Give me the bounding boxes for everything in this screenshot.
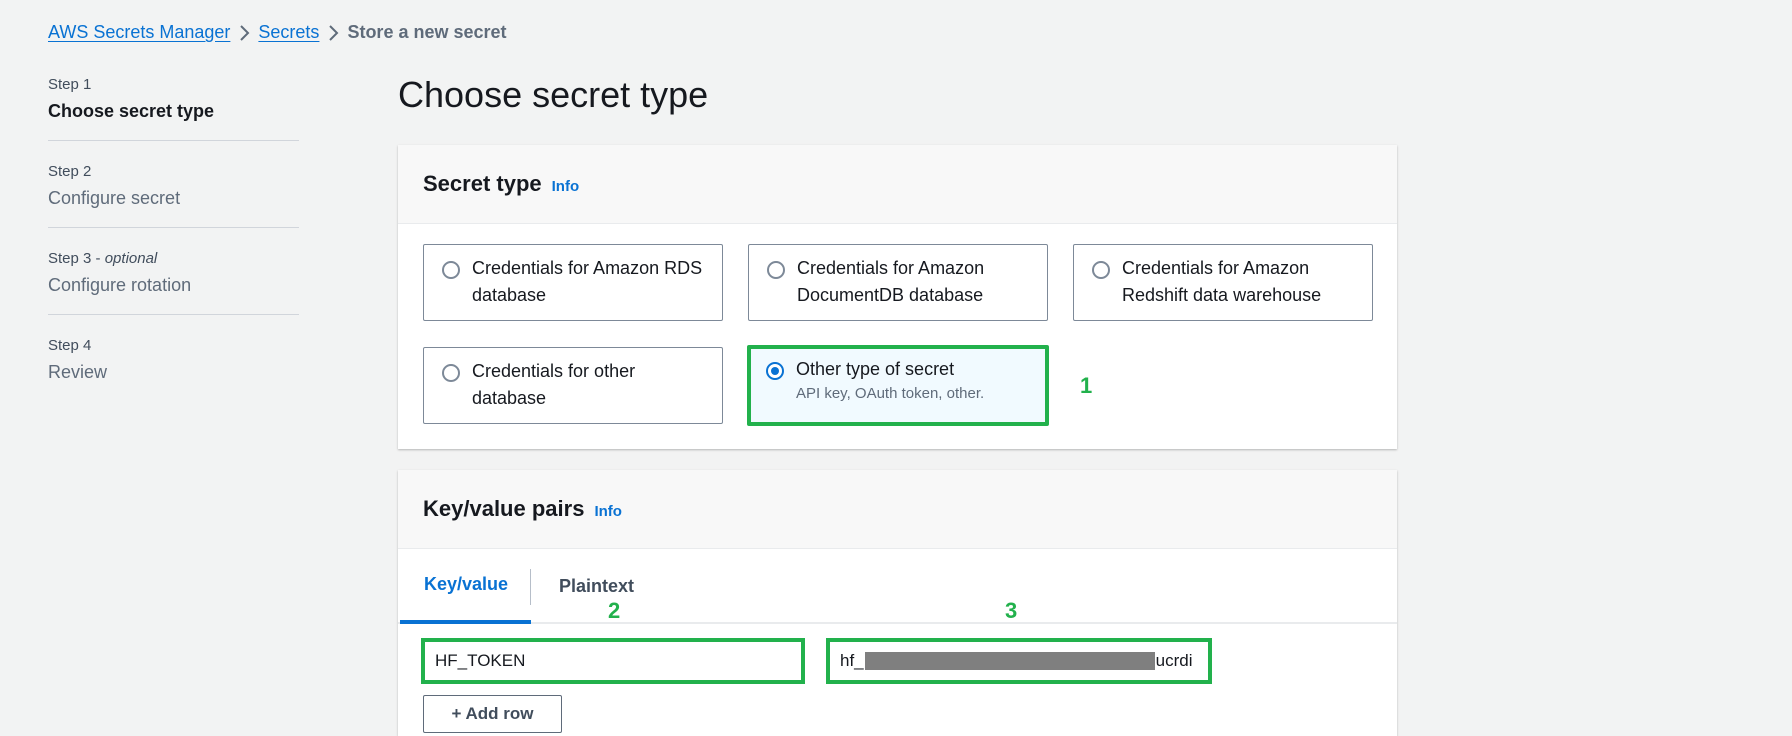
radio-icon[interactable] bbox=[1092, 261, 1110, 279]
option-description: API key, OAuth token, other. bbox=[796, 385, 985, 402]
option-label: Credentials for Amazon RDS database bbox=[472, 258, 703, 305]
breadcrumb-current: Store a new secret bbox=[347, 22, 507, 42]
option-label: Credentials for other database bbox=[472, 361, 636, 408]
step-title: Review bbox=[48, 362, 108, 382]
panel-header: Secret type Info bbox=[398, 145, 1397, 224]
radio-icon[interactable] bbox=[442, 364, 460, 382]
step-number: Step 1 bbox=[48, 76, 92, 93]
step-1: Step 1 Choose secret type bbox=[48, 70, 299, 141]
page-title: Choose secret type bbox=[398, 74, 709, 115]
tab-key-value[interactable]: Key/value bbox=[400, 549, 531, 624]
panel-heading: Secret type bbox=[423, 171, 542, 196]
add-row-button[interactable]: + Add row bbox=[423, 695, 562, 733]
step-title: Choose secret type bbox=[48, 101, 215, 121]
redaction-bar bbox=[864, 652, 1155, 670]
key-value-panel: Key/value pairs Info Key/value Plaintext… bbox=[398, 470, 1397, 736]
step-title: Configure rotation bbox=[48, 275, 192, 295]
option-other-secret[interactable]: Other type of secret API key, OAuth toke… bbox=[747, 345, 1049, 426]
tab-plaintext[interactable]: Plaintext bbox=[559, 549, 634, 624]
radio-selected-icon[interactable] bbox=[766, 362, 784, 380]
value-input[interactable]: hf_ ucrdi bbox=[826, 638, 1212, 684]
option-label: Other type of secret bbox=[796, 359, 955, 379]
breadcrumb-secrets-link[interactable]: Secrets bbox=[258, 22, 319, 43]
step-title: Configure secret bbox=[48, 188, 181, 208]
key-input-value: HF_TOKEN bbox=[435, 651, 526, 670]
value-suffix: ucrdi bbox=[1155, 651, 1193, 670]
secret-type-panel: Secret type Info Credentials for Amazon … bbox=[398, 145, 1397, 449]
step-number: Step 3 - optional bbox=[48, 250, 158, 267]
annotation-2: 2 bbox=[608, 598, 621, 623]
breadcrumb-secrets-manager-link[interactable]: AWS Secrets Manager bbox=[48, 22, 230, 43]
option-redshift[interactable]: Credentials for Amazon Redshift data war… bbox=[1073, 244, 1373, 321]
panel-header: Key/value pairs Info bbox=[398, 470, 1397, 549]
option-rds[interactable]: Credentials for Amazon RDS database bbox=[423, 244, 723, 321]
step-number: Step 2 bbox=[48, 163, 92, 180]
option-label: Credentials for Amazon DocumentDB databa… bbox=[797, 258, 985, 305]
wizard-steps: Step 1 Choose secret type Step 2 Configu… bbox=[48, 70, 299, 417]
panel-heading: Key/value pairs bbox=[423, 496, 585, 521]
info-link[interactable]: Info bbox=[552, 178, 580, 195]
tab-bar: Key/value Plaintext bbox=[398, 549, 1397, 624]
chevron-right-icon bbox=[319, 24, 347, 42]
breadcrumb: AWS Secrets Manager Secrets Store a new … bbox=[48, 22, 507, 43]
step-number: Step 4 bbox=[48, 337, 92, 354]
option-other-database[interactable]: Credentials for other database bbox=[423, 347, 723, 424]
key-input[interactable]: HF_TOKEN bbox=[421, 638, 805, 684]
option-label: Credentials for Amazon Redshift data war… bbox=[1122, 258, 1322, 305]
chevron-right-icon bbox=[230, 24, 258, 42]
step-optional-label: optional bbox=[104, 250, 158, 267]
tab-divider bbox=[530, 569, 531, 605]
radio-icon[interactable] bbox=[442, 261, 460, 279]
annotation-1: 1 bbox=[1080, 373, 1093, 398]
step-3[interactable]: Step 3 - optional Configure rotation bbox=[48, 244, 299, 315]
radio-icon[interactable] bbox=[767, 261, 785, 279]
step-2[interactable]: Step 2 Configure secret bbox=[48, 157, 299, 228]
annotation-3: 3 bbox=[1005, 598, 1018, 623]
info-link[interactable]: Info bbox=[594, 503, 622, 520]
option-documentdb[interactable]: Credentials for Amazon DocumentDB databa… bbox=[748, 244, 1048, 321]
step-4[interactable]: Step 4 Review bbox=[48, 331, 299, 401]
value-prefix: hf_ bbox=[840, 651, 864, 670]
